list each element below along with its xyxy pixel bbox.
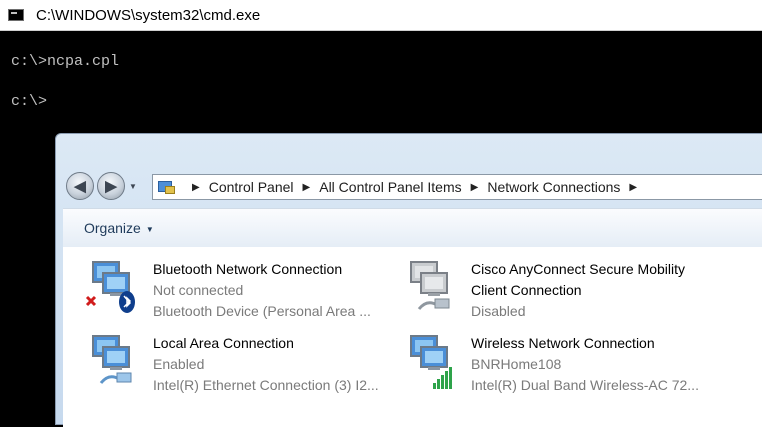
breadcrumb-network-connections[interactable]: Network Connections bbox=[487, 179, 620, 195]
back-arrow-icon[interactable]: ◀ bbox=[66, 172, 94, 200]
connection-name: Cisco AnyConnect Secure Mobility bbox=[471, 261, 685, 277]
connection-device: Bluetooth Device (Personal Area ... bbox=[153, 303, 371, 319]
cmd-window-title: C:\WINDOWS\system32\cmd.exe bbox=[36, 6, 261, 24]
wireless-network-icon bbox=[410, 335, 452, 389]
breadcrumb-all-items[interactable]: All Control Panel Items bbox=[319, 179, 461, 195]
breadcrumb-separator-icon[interactable]: ▶ bbox=[629, 182, 637, 193]
connection-device: Intel(R) Dual Band Wireless-AC 72... bbox=[471, 377, 699, 393]
bluetooth-network-icon bbox=[85, 261, 135, 313]
navigation-buttons: ◀ ▶ ▼ bbox=[66, 171, 139, 201]
connection-name: Local Area Connection bbox=[153, 335, 294, 351]
breadcrumb-separator-icon[interactable]: ▶ bbox=[303, 182, 311, 193]
network-connections-window[interactable]: ◀ ▶ ▼ ▶ Control Panel ▶ All Control Pane… bbox=[55, 133, 762, 427]
command-bar: Organize ▼ bbox=[63, 208, 762, 248]
forward-arrow-icon[interactable]: ▶ bbox=[97, 172, 125, 200]
organize-button[interactable]: Organize ▼ bbox=[84, 220, 154, 236]
breadcrumb-separator-icon[interactable]: ▶ bbox=[192, 182, 200, 193]
control-panel-icon bbox=[157, 179, 177, 195]
connection-device: Intel(R) Ethernet Connection (3) I2... bbox=[153, 377, 379, 393]
address-bar[interactable]: ▶ Control Panel ▶ All Control Panel Item… bbox=[152, 174, 762, 200]
connection-name-line2: Client Connection bbox=[471, 282, 582, 298]
cmd-prompt: c:\> bbox=[11, 93, 48, 110]
cmd-app-icon bbox=[8, 9, 24, 21]
breadcrumb-separator-icon[interactable]: ▶ bbox=[471, 182, 479, 193]
connection-status: Enabled bbox=[153, 356, 205, 372]
connection-status: Not connected bbox=[153, 282, 244, 298]
ethernet-network-icon bbox=[92, 335, 132, 384]
connection-status: BNRHome108 bbox=[471, 356, 562, 372]
vpn-network-icon bbox=[410, 261, 450, 310]
breadcrumb-control-panel[interactable]: Control Panel bbox=[209, 179, 294, 195]
cmd-titlebar[interactable]: C:\WINDOWS\system32\cmd.exe bbox=[0, 0, 762, 31]
cmd-line: c:\>ncpa.cpl bbox=[11, 53, 120, 70]
connection-status: Disabled bbox=[471, 303, 526, 319]
recent-pages-dropdown-icon[interactable]: ▼ bbox=[129, 182, 139, 191]
connections-list: Bluetooth Network Connection Not connect… bbox=[63, 247, 762, 427]
chevron-down-icon: ▼ bbox=[145, 224, 154, 234]
connection-name: Wireless Network Connection bbox=[471, 335, 655, 351]
connection-name: Bluetooth Network Connection bbox=[153, 261, 343, 277]
